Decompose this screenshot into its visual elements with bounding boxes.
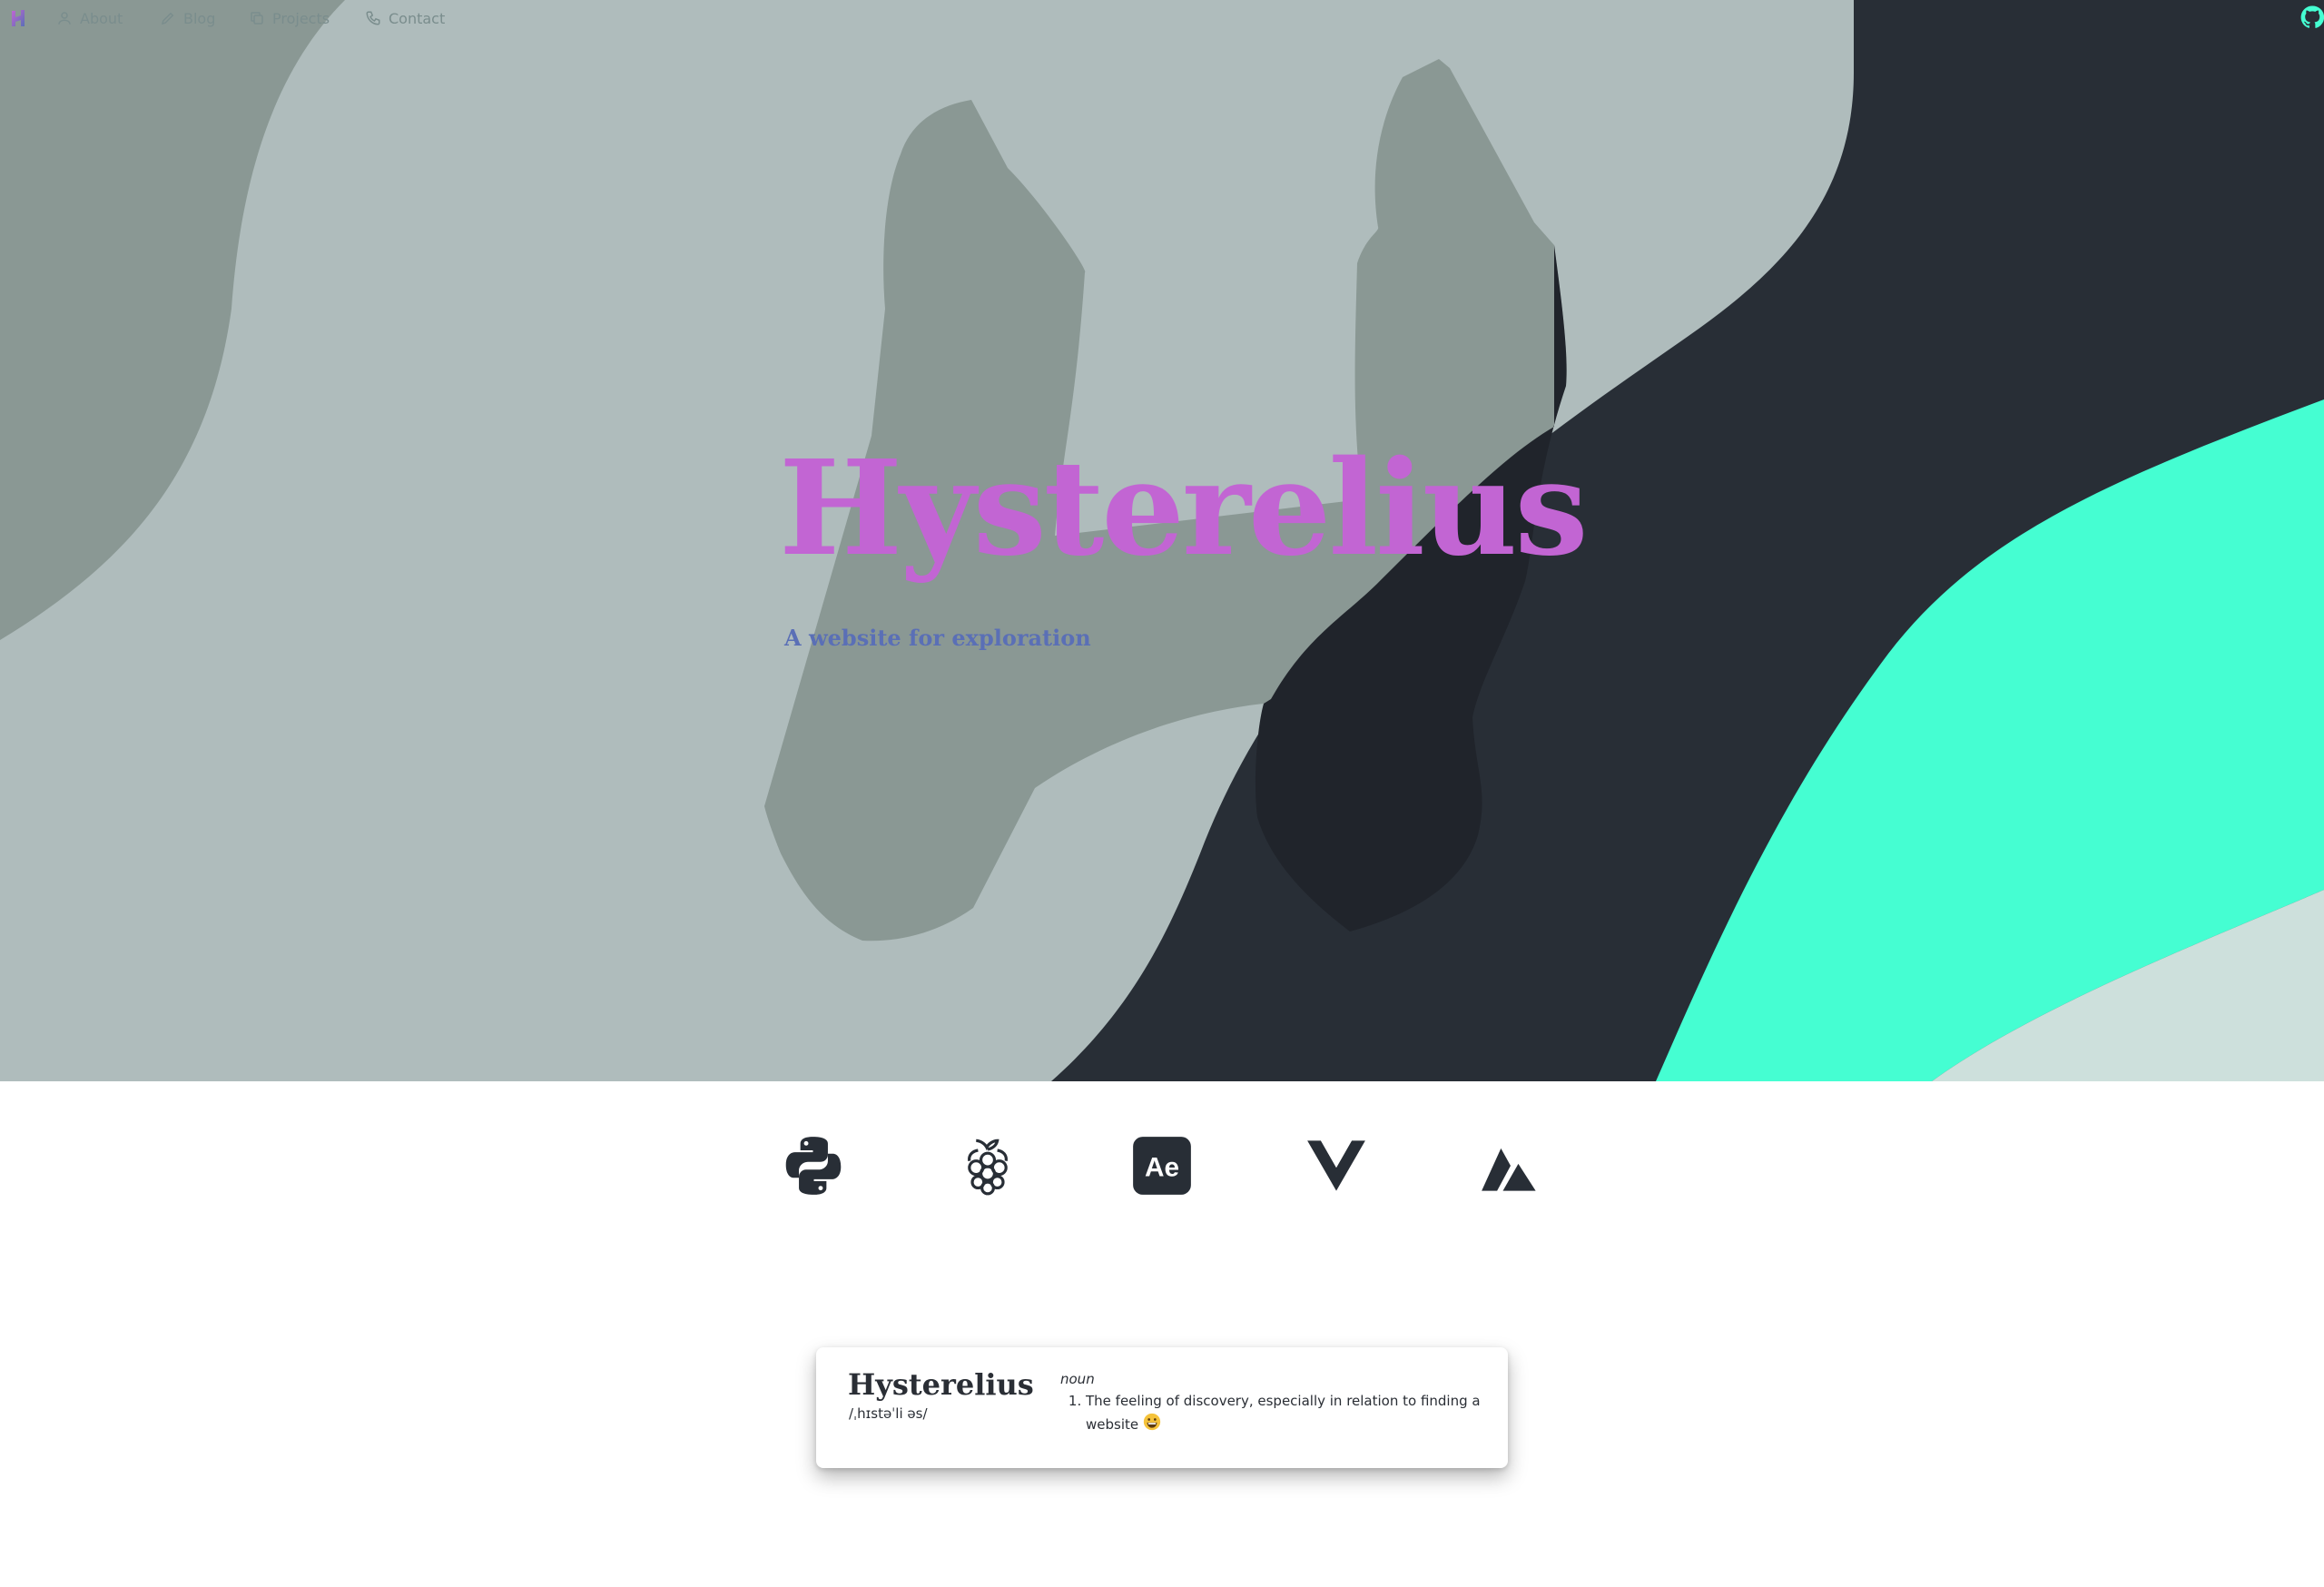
definition-item: The feeling of discovery, especially in …	[1086, 1389, 1485, 1436]
nav-label-about: About	[80, 9, 123, 27]
logo-icon[interactable]	[9, 7, 31, 29]
nav-item-projects[interactable]: Projects	[249, 7, 330, 29]
top-nav: About Blog Projects Contact	[0, 0, 2324, 36]
python-icon	[783, 1135, 844, 1197]
nuxt-icon	[1480, 1135, 1541, 1197]
tech-icons-row: Ae	[0, 1135, 2324, 1208]
phone-icon	[366, 11, 380, 25]
grinning-face-icon	[1143, 1413, 1161, 1431]
hero-subtitle: A website for exploration	[784, 625, 1091, 651]
after-effects-icon: Ae	[1131, 1135, 1193, 1197]
vue-icon	[1305, 1135, 1367, 1197]
github-icon[interactable]	[2300, 5, 2324, 29]
nav-label-blog: Blog	[183, 9, 216, 27]
definition-card: Hysterelius /ˌhɪstəˈli əs/ noun The feel…	[816, 1347, 1508, 1468]
hero-section: About Blog Projects Contact Hysterelius …	[0, 0, 2324, 1081]
nav-label-projects: Projects	[272, 9, 330, 27]
definition-list: The feeling of discovery, especially in …	[1066, 1389, 1485, 1436]
after-effects-badge-text: Ae	[1145, 1153, 1179, 1183]
raspberry-pi-icon	[957, 1135, 1019, 1197]
hero-title: Hysterelius	[779, 431, 1589, 585]
nav-item-blog[interactable]: Blog	[160, 7, 215, 29]
nav-item-about[interactable]: About	[56, 7, 123, 29]
definition-part-of-speech: noun	[1060, 1371, 1095, 1387]
pencil-icon	[161, 12, 174, 25]
definition-phonetic: /ˌhɪstəˈli əs/	[849, 1405, 928, 1422]
user-icon	[58, 12, 71, 25]
nav-label-contact: Contact	[389, 9, 446, 27]
nav-item-contact[interactable]: Contact	[365, 7, 445, 29]
definition-word: Hysterelius	[848, 1367, 1034, 1402]
copy-icon	[251, 12, 263, 25]
